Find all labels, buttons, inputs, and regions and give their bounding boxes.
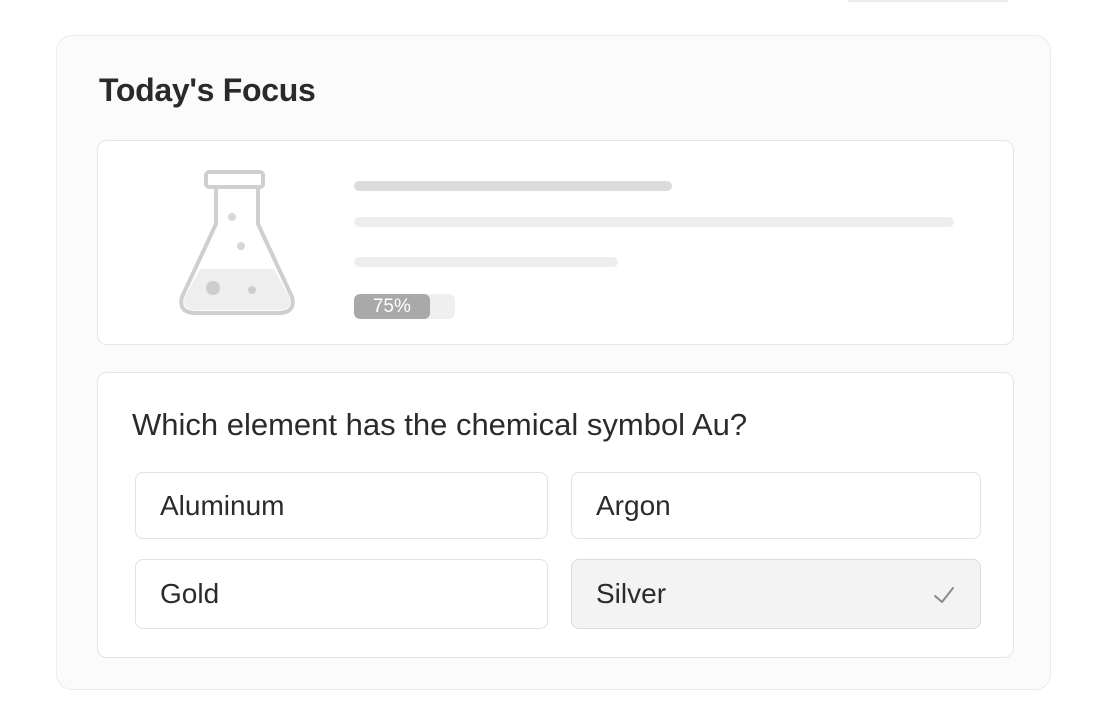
answer-option-gold[interactable]: Gold (135, 559, 548, 629)
placeholder-line (354, 257, 618, 267)
answer-option-argon[interactable]: Argon (571, 472, 981, 539)
option-label: Gold (160, 578, 220, 609)
placeholder-line (354, 217, 954, 227)
answer-option-silver[interactable]: Silver (571, 559, 981, 629)
lesson-panel: 75% (97, 140, 1014, 345)
card-title: Today's Focus (99, 72, 316, 108)
todays-focus-card: Today's Focus 75% Which element has the … (56, 35, 1051, 690)
placeholder-line (354, 181, 672, 191)
flask-icon (179, 170, 295, 315)
progress-label: 75% (372, 296, 411, 317)
quiz-question: Which element has the chemical symbol Au… (132, 407, 748, 442)
option-label: Argon (596, 489, 671, 521)
quiz-panel: Which element has the chemical symbol Au… (97, 372, 1014, 658)
answer-option-aluminum[interactable]: Aluminum (135, 472, 548, 539)
option-label: Aluminum (160, 489, 285, 521)
option-label: Silver (596, 578, 667, 609)
top-edge-element (848, 0, 1008, 2)
progress-bar: 75% (354, 294, 455, 319)
check-icon (934, 587, 954, 603)
